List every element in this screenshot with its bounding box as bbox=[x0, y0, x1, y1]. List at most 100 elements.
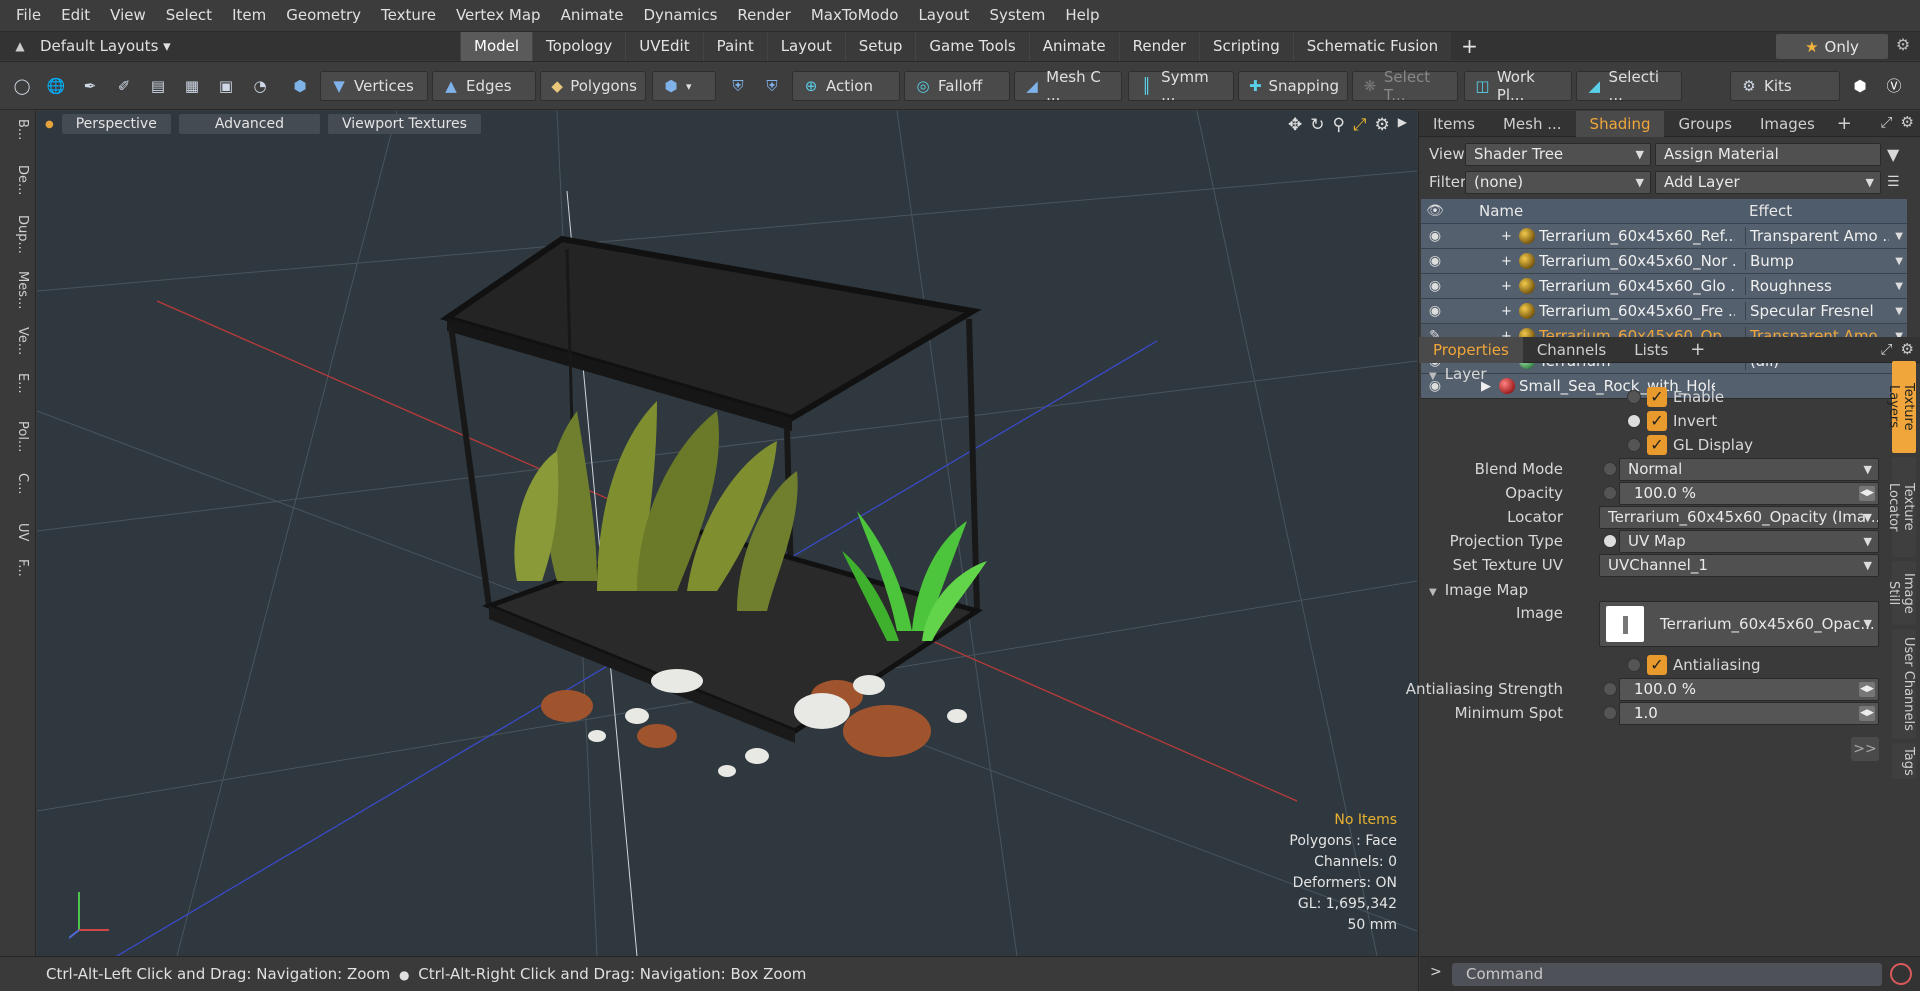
add-properties-tab-plus-icon[interactable]: + bbox=[1682, 337, 1713, 363]
shader-row-effect[interactable]: Bump bbox=[1745, 252, 1889, 270]
maximize-properties-icon[interactable]: ⤢ bbox=[1881, 340, 1893, 358]
slider-arrows-icon[interactable]: ◀▶ bbox=[1859, 486, 1875, 501]
menu-file[interactable]: File bbox=[6, 0, 51, 31]
shader-row-effect[interactable]: Roughness bbox=[1745, 277, 1889, 295]
menu-view[interactable]: View bbox=[100, 0, 156, 31]
shield-a-button[interactable]: ⛨ bbox=[724, 71, 752, 101]
blend-anim-dot[interactable] bbox=[1603, 462, 1617, 476]
aa-anim-dot[interactable] bbox=[1627, 658, 1641, 672]
name-column-header[interactable]: Name bbox=[1479, 202, 1523, 220]
select-through-button[interactable]: ❋ Select T... bbox=[1352, 68, 1458, 104]
properties-gear-icon[interactable]: ⚙ bbox=[1901, 340, 1914, 358]
layer-section-header[interactable]: ▼ Layer bbox=[1429, 365, 1899, 387]
shading-tab-items[interactable]: Items bbox=[1419, 111, 1489, 137]
left-strip-tab-0[interactable]: B... bbox=[6, 119, 30, 140]
menu-animate[interactable]: Animate bbox=[551, 0, 634, 31]
visibility-eye-icon[interactable]: ◉ bbox=[1421, 228, 1449, 244]
shader-tree-row[interactable]: ◉ + Terrarium_60x45x60_Fre ... Specular Fre… bbox=[1421, 298, 1907, 323]
add-layout-tab-plus-icon[interactable]: + bbox=[1451, 32, 1488, 61]
effect-column-header[interactable]: Effect bbox=[1749, 202, 1792, 220]
action-center-button[interactable]: ⊕ Action bbox=[792, 71, 900, 101]
work-plane-button[interactable]: ◫ Work Pl... bbox=[1464, 68, 1572, 104]
expand-plus-icon[interactable]: + bbox=[1501, 304, 1512, 319]
projection-anim-dot[interactable] bbox=[1603, 534, 1617, 548]
min-spot-anim-dot[interactable] bbox=[1603, 706, 1617, 720]
opacity-anim-dot[interactable] bbox=[1603, 486, 1617, 500]
menu-texture[interactable]: Texture bbox=[371, 0, 446, 31]
mesh-constraint-button[interactable]: ◢ Mesh C ... bbox=[1014, 68, 1122, 104]
grid-tool-button[interactable]: ▦ bbox=[178, 71, 206, 101]
layout-tab-paint[interactable]: Paint bbox=[702, 32, 767, 61]
shader-row-effect[interactable]: Specular Fresnel bbox=[1745, 302, 1889, 320]
terrarium-model[interactable] bbox=[440, 235, 987, 777]
more-properties-button[interactable]: >> bbox=[1851, 737, 1879, 761]
shield-b-button[interactable]: ⛨ bbox=[758, 71, 786, 101]
properties-tab-channels[interactable]: Channels bbox=[1523, 337, 1620, 363]
left-strip-tab-1[interactable]: De... bbox=[6, 165, 30, 195]
left-strip-tab-6[interactable]: Pol... bbox=[6, 421, 30, 452]
expand-plus-icon[interactable]: + bbox=[1501, 254, 1512, 269]
add-tab-plus-icon[interactable]: + bbox=[1829, 111, 1860, 137]
left-strip-tab-5[interactable]: E... bbox=[6, 373, 30, 394]
menu-dynamics[interactable]: Dynamics bbox=[633, 0, 727, 31]
enable-checkbox[interactable]: ✓ Enable bbox=[1627, 387, 1724, 407]
antialiasing-checkbox[interactable]: ✓ Antialiasing bbox=[1627, 655, 1761, 675]
shading-tab-shading[interactable]: Shading bbox=[1575, 110, 1665, 137]
viewport-gear-icon[interactable]: ⚙ bbox=[1375, 115, 1390, 135]
vertices-button[interactable]: ▼ Vertices bbox=[320, 71, 428, 101]
side-tab-tags[interactable]: Tags bbox=[1892, 743, 1916, 779]
chevron-down-icon[interactable]: ▼ bbox=[1895, 281, 1903, 292]
zoom-view-icon[interactable]: ⚲ bbox=[1332, 115, 1344, 135]
image-map-section-header[interactable]: ▼ Image Map bbox=[1429, 581, 1899, 603]
slider-arrows-icon[interactable]: ◀▶ bbox=[1859, 706, 1875, 721]
collapse-up-icon[interactable]: ▲ bbox=[0, 39, 40, 53]
record-macro-icon[interactable] bbox=[1890, 963, 1912, 985]
layout-tab-setup[interactable]: Setup bbox=[844, 32, 916, 61]
gl-anim-dot[interactable] bbox=[1627, 438, 1641, 452]
advanced-button[interactable]: Advanced bbox=[178, 114, 320, 134]
kits-button[interactable]: ⚙ Kits bbox=[1730, 71, 1840, 101]
layout-tab-schematic-fusion[interactable]: Schematic Fusion bbox=[1292, 32, 1452, 61]
image-dropdown[interactable]: Terrarium_60x45x60_Opac... ▼ bbox=[1599, 601, 1879, 647]
invert-anim-dot[interactable] bbox=[1627, 414, 1641, 428]
enable-anim-dot[interactable] bbox=[1627, 390, 1641, 404]
unity-button[interactable]: ⬢ bbox=[1846, 71, 1874, 101]
aa-strength-input[interactable]: 100.0 % ◀▶ bbox=[1619, 678, 1879, 701]
shader-tree-row[interactable]: ◉ + Terrarium_60x45x60_Nor ... Bump ▼ bbox=[1421, 248, 1907, 273]
left-strip-tab-3[interactable]: Mes... bbox=[6, 271, 30, 309]
item-mode-button[interactable]: ⬢ bbox=[286, 71, 314, 101]
select-mode-circle-button[interactable]: ◯ bbox=[8, 71, 36, 101]
rotate-view-icon[interactable]: ↻ bbox=[1310, 115, 1324, 135]
gl-display-checkbox[interactable]: ✓ GL Display bbox=[1627, 435, 1753, 455]
left-strip-tab-4[interactable]: Ve... bbox=[6, 327, 30, 355]
move-view-icon[interactable]: ✥ bbox=[1288, 115, 1302, 135]
filter-funnel-icon[interactable]: ▼ bbox=[1887, 145, 1899, 164]
minimum-spot-input[interactable]: 1.0 ◀▶ bbox=[1619, 702, 1879, 725]
shading-tab-mesh-[interactable]: Mesh ... bbox=[1489, 111, 1576, 137]
snapping-button[interactable]: ✚ Snapping bbox=[1238, 71, 1348, 101]
polygons-button[interactable]: ◆ Polygons bbox=[540, 71, 646, 101]
default-layouts-dropdown[interactable]: Default Layouts ▾ bbox=[40, 37, 180, 55]
side-tab-texture-locator[interactable]: Texture Locator bbox=[1886, 457, 1916, 557]
assign-material-button[interactable]: Assign Material bbox=[1655, 142, 1881, 166]
select-globe-button[interactable]: 🌐 bbox=[42, 71, 70, 101]
properties-tab-lists[interactable]: Lists bbox=[1620, 337, 1682, 363]
menu-geometry[interactable]: Geometry bbox=[276, 0, 371, 31]
layout-tab-game-tools[interactable]: Game Tools bbox=[915, 32, 1029, 61]
layout-tab-render[interactable]: Render bbox=[1118, 32, 1200, 61]
command-arrow-icon[interactable]: > bbox=[1430, 964, 1442, 980]
add-layer-dropdown[interactable]: Add Layer ▼ bbox=[1655, 170, 1881, 194]
locator-dropdown[interactable]: Terrarium_60x45x60_Opacity (Ima ... ▼ bbox=[1599, 506, 1879, 529]
symmetry-button[interactable]: ║ Symm ... bbox=[1128, 68, 1234, 104]
only-button[interactable]: ★ Only bbox=[1776, 34, 1888, 59]
invert-checkbox[interactable]: ✓ Invert bbox=[1627, 411, 1717, 431]
shading-tab-images[interactable]: Images bbox=[1746, 111, 1829, 137]
maximize-panel-icon[interactable]: ⤢ bbox=[1881, 113, 1893, 131]
perspective-button[interactable]: Perspective bbox=[61, 114, 171, 134]
shader-row-effect[interactable]: Transparent Amo ... bbox=[1745, 227, 1889, 245]
filter-dropdown[interactable]: (none) ▼ bbox=[1465, 170, 1651, 194]
side-tab-texture-layers[interactable]: Texture Layers bbox=[1886, 361, 1916, 453]
edges-button[interactable]: ▲ Edges bbox=[432, 71, 536, 101]
opacity-input[interactable]: 100.0 % ◀▶ bbox=[1619, 482, 1879, 505]
menu-vertex-map[interactable]: Vertex Map bbox=[446, 0, 551, 31]
